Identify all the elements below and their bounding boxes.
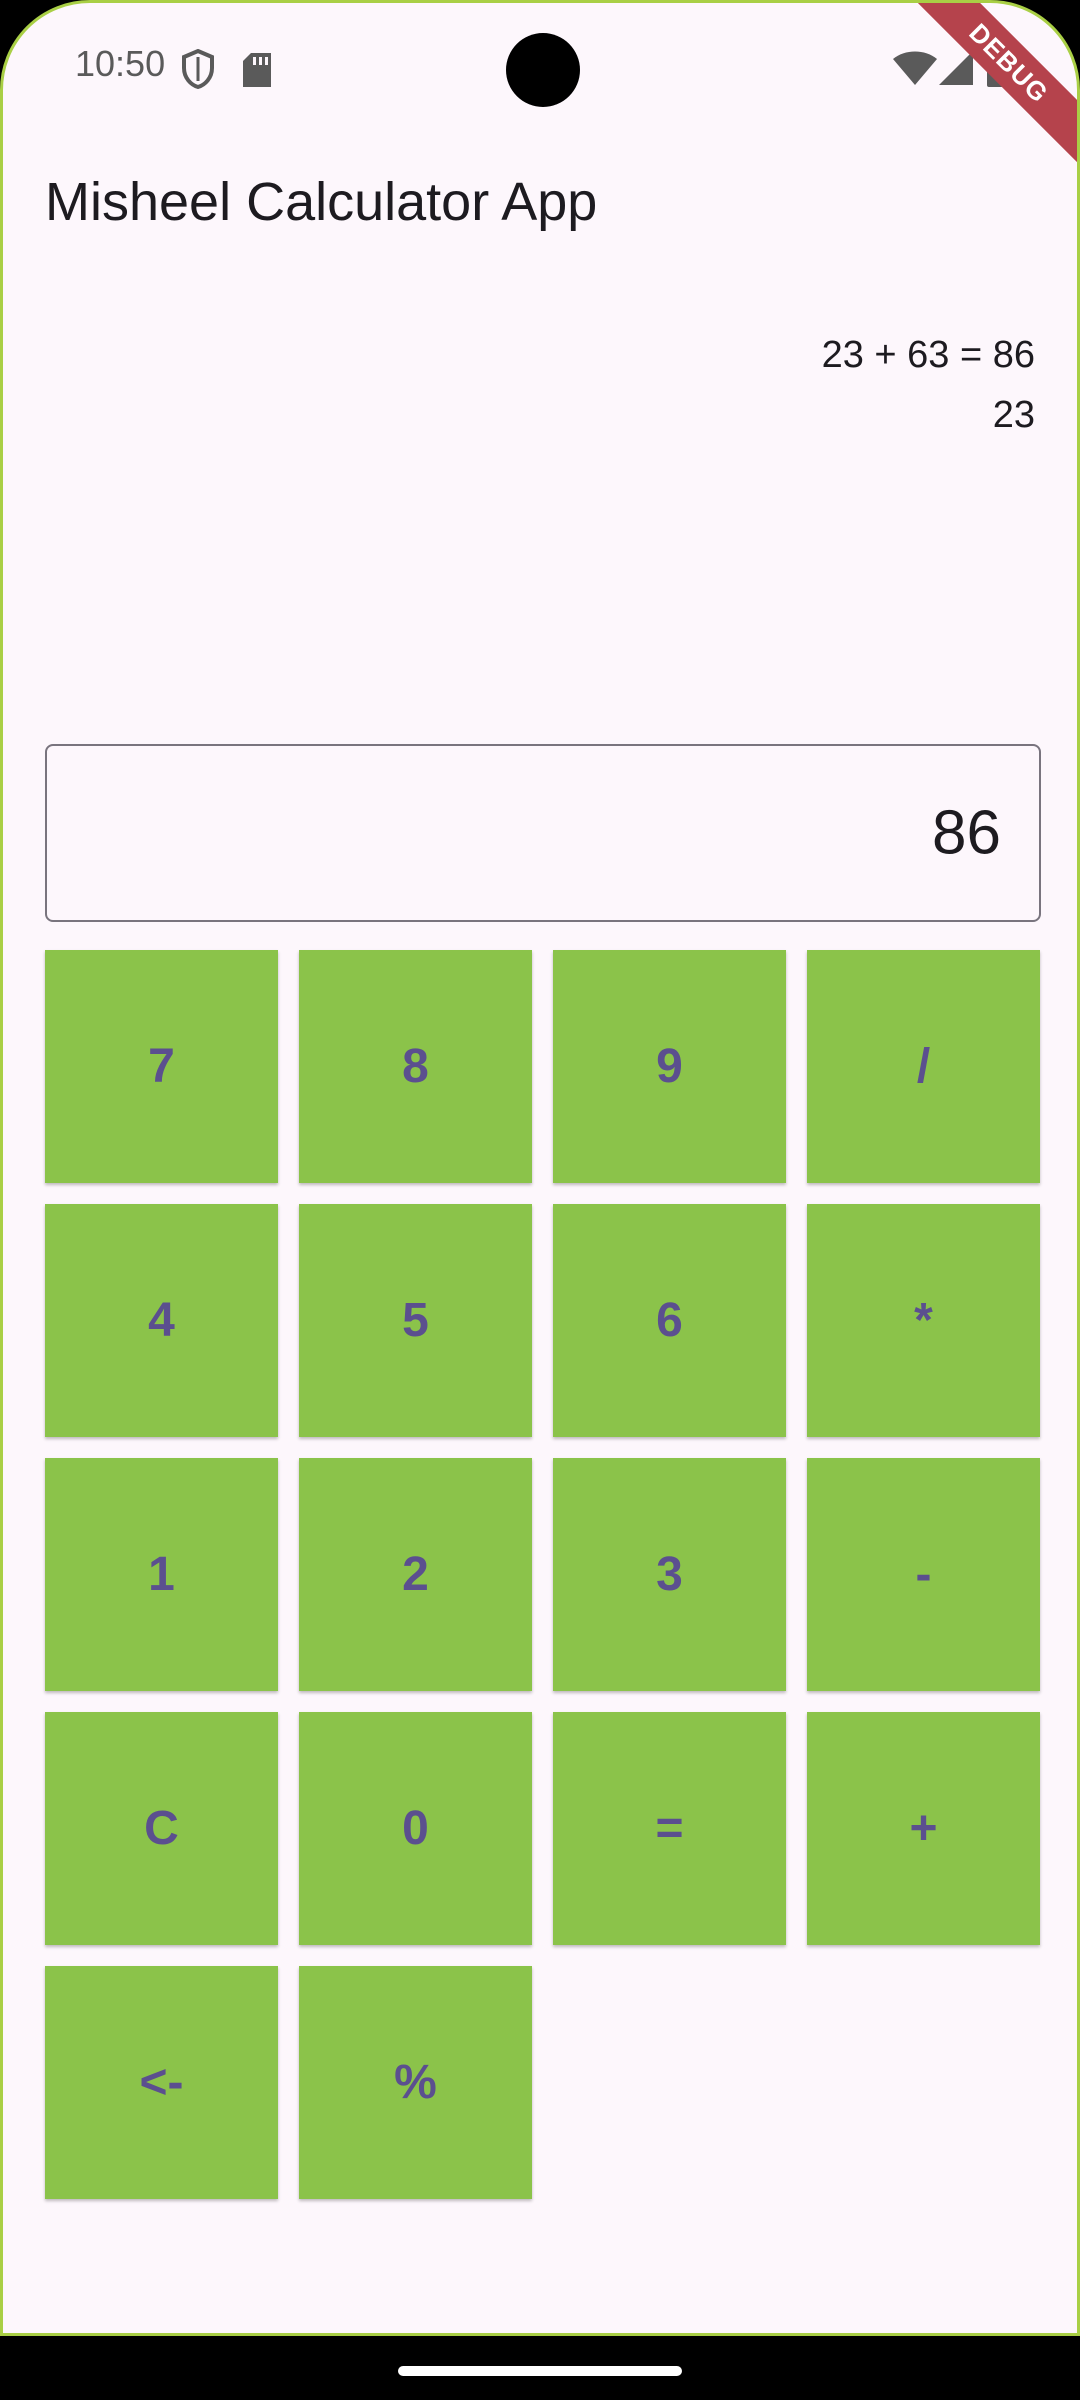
status-bar: 10:50 [3,3,1077,133]
key-6[interactable]: 6 [553,1204,786,1437]
calculation-history: 23 + 63 = 86 23 [822,325,1035,445]
wifi-icon [893,51,937,90]
result-display[interactable]: 86 [45,744,1041,922]
key-subtract[interactable]: - [807,1458,1040,1691]
display-value: 86 [932,798,1001,868]
status-time: 10:50 [75,43,166,84]
key-0[interactable]: 0 [299,1712,532,1945]
signal-icon [939,51,973,90]
key-4[interactable]: 4 [45,1204,278,1437]
key-7[interactable]: 7 [45,950,278,1183]
key-1[interactable]: 1 [45,1458,278,1691]
history-entry: 23 [992,394,1035,436]
key-percent[interactable]: % [299,1966,532,2199]
key-3[interactable]: 3 [553,1458,786,1691]
key-backspace[interactable]: <- [45,1966,278,2199]
key-multiply[interactable]: * [807,1204,1040,1437]
key-equals[interactable]: = [553,1712,786,1945]
key-5[interactable]: 5 [299,1204,532,1437]
keypad: 7 8 9 / 4 5 6 * 1 2 3 - C 0 = + <- % [45,950,1041,2199]
key-2[interactable]: 2 [299,1458,532,1691]
app-screen: 10:50 DEBUG Misheel Calculator App 23 + … [0,0,1080,2336]
key-8[interactable]: 8 [299,950,532,1183]
history-entry: 23 + 63 = 86 [821,334,1035,376]
camera-cutout [506,33,580,107]
page-title: Misheel Calculator App [45,172,598,232]
key-divide[interactable]: / [807,950,1040,1183]
key-add[interactable]: + [807,1712,1040,1945]
key-clear[interactable]: C [45,1712,278,1945]
shield-icon [181,48,215,94]
gesture-nav-handle[interactable] [398,2366,682,2376]
sd-card-icon [243,53,271,92]
key-9[interactable]: 9 [553,950,786,1183]
